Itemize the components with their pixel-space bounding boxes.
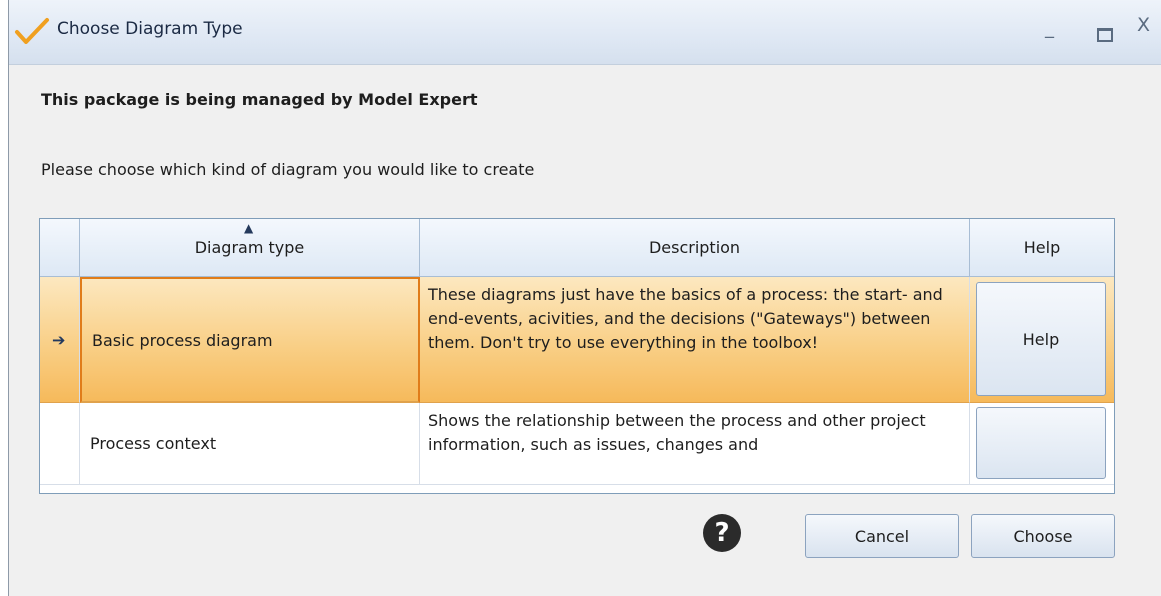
current-row-arrow-icon: ➔ [52, 330, 66, 349]
close-button[interactable]: X [1137, 14, 1150, 36]
diagram-type-grid: ▲ Diagram type Description Help ➔ Basic … [39, 218, 1115, 494]
choose-prompt: Please choose which kind of diagram you … [41, 160, 535, 179]
description-cell[interactable]: Shows the relationship between the proce… [420, 403, 970, 485]
description-cell[interactable]: These diagrams just have the basics of a… [420, 277, 970, 403]
sort-ascending-icon: ▲ [244, 221, 254, 235]
help-button[interactable]: Help [976, 282, 1106, 396]
managed-notice-heading: This package is being managed by Model E… [41, 90, 478, 109]
maximize-button[interactable] [1097, 28, 1113, 42]
minimize-button[interactable]: _ [1045, 18, 1054, 39]
column-header-help[interactable]: Help [970, 219, 1114, 277]
help-question-icon[interactable]: ? [703, 514, 741, 552]
column-header-diagram-type[interactable]: ▲ Diagram type [80, 219, 420, 277]
help-cell: Help [970, 277, 1114, 403]
grid-row-basic-process-diagram[interactable]: ➔ Basic process diagram These diagrams j… [40, 277, 1114, 403]
choose-diagram-type-dialog: Choose Diagram Type _ X This package is … [8, 0, 1161, 596]
checkmark-icon [15, 18, 49, 44]
row-selector[interactable]: ➔ [40, 277, 80, 403]
help-cell [970, 403, 1114, 485]
diagram-type-cell[interactable]: Basic process diagram [80, 277, 420, 403]
help-button[interactable] [976, 407, 1106, 479]
row-selector[interactable] [40, 403, 80, 485]
diagram-type-cell[interactable]: Process context [80, 403, 420, 485]
column-header-description[interactable]: Description [420, 219, 970, 277]
choose-button[interactable]: Choose [971, 514, 1115, 558]
window-title: Choose Diagram Type [57, 19, 243, 39]
row-selector-header [40, 219, 80, 277]
title-bar: Choose Diagram Type _ X [9, 0, 1161, 65]
cancel-button[interactable]: Cancel [805, 514, 959, 558]
grid-row-process-context[interactable]: Process context Shows the relationship b… [40, 403, 1114, 485]
